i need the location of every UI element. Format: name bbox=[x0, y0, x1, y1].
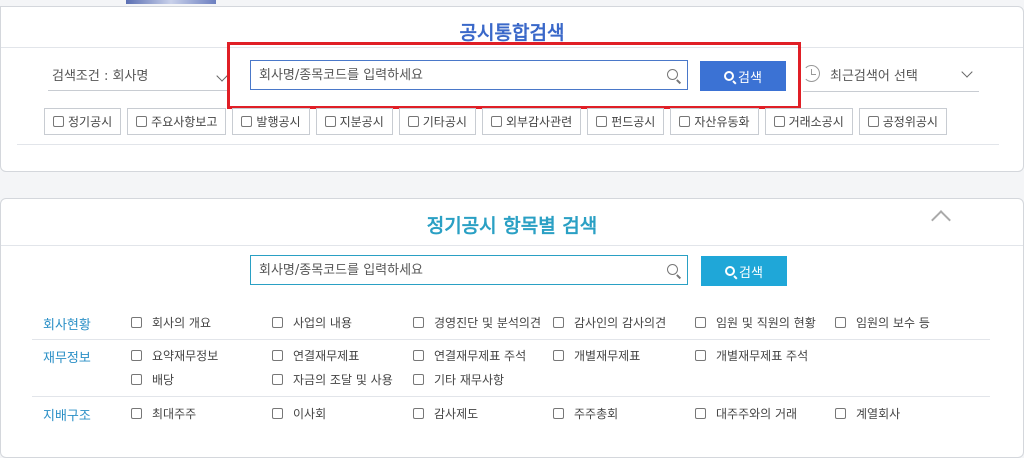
history-clock-icon bbox=[803, 65, 820, 82]
item-checkbox[interactable]: 연결재무제표 주석 bbox=[413, 347, 526, 364]
recent-search-label: 최근검색어 선택 bbox=[830, 69, 918, 84]
checkbox[interactable] bbox=[695, 350, 706, 361]
category-label: 회사현황 bbox=[43, 318, 91, 333]
checkbox[interactable] bbox=[413, 408, 424, 419]
item-checkbox[interactable]: 임원 및 직원의 현황 bbox=[695, 314, 816, 331]
checkbox[interactable] bbox=[695, 408, 706, 419]
item-checkbox[interactable]: 감사제도 bbox=[413, 405, 478, 422]
chevron-down-icon bbox=[961, 66, 973, 78]
item-checkbox[interactable]: 배당 bbox=[131, 371, 174, 388]
category-row-company: 회사현황 회사의 개요 사업의 내용 경영진단 및 분석의견 감사인의 감사의견… bbox=[32, 312, 990, 340]
item-checkbox[interactable]: 경영진단 및 분석의견 bbox=[413, 314, 541, 331]
item-checkbox[interactable]: 감사인의 감사의견 bbox=[553, 314, 666, 331]
filter-abs[interactable]: 자산유동화 bbox=[670, 108, 759, 135]
checkbox[interactable] bbox=[136, 116, 148, 127]
category-label: 재무정보 bbox=[43, 351, 91, 366]
checkbox[interactable] bbox=[413, 317, 424, 328]
item-checkbox[interactable]: 개별재무제표 bbox=[553, 347, 640, 364]
checkbox[interactable] bbox=[241, 116, 253, 127]
search-condition-label: 검색조건 : 회사명 bbox=[52, 69, 149, 84]
checkbox[interactable] bbox=[773, 116, 785, 127]
checkbox[interactable] bbox=[679, 116, 691, 127]
checkbox[interactable] bbox=[272, 317, 283, 328]
item-checkbox[interactable]: 대주주와의 거래 bbox=[695, 405, 797, 422]
filter-equity[interactable]: 지분공시 bbox=[315, 108, 393, 135]
checkbox[interactable] bbox=[413, 374, 424, 385]
category-label: 지배구조 bbox=[43, 409, 91, 424]
recent-search-select[interactable]: 최근검색어 선택 bbox=[803, 60, 979, 92]
item-search-input[interactable] bbox=[251, 256, 687, 284]
checkbox[interactable] bbox=[413, 350, 424, 361]
integrated-search-title: 공시통합검색 bbox=[459, 22, 565, 44]
category-row-finance: 재무정보 요약재무정보 연결재무제표 연결재무제표 주석 개별재무제표 개별재무… bbox=[32, 345, 990, 391]
item-checkbox[interactable]: 사업의 내용 bbox=[272, 314, 352, 331]
filter-other[interactable]: 기타공시 bbox=[398, 108, 476, 135]
checkbox[interactable] bbox=[553, 408, 564, 419]
red-highlight-box bbox=[227, 42, 801, 109]
checkbox[interactable] bbox=[695, 317, 706, 328]
checkbox[interactable] bbox=[272, 408, 283, 419]
checkbox[interactable] bbox=[867, 116, 879, 127]
item-search-input-wrapper bbox=[250, 255, 688, 285]
checkbox[interactable] bbox=[835, 317, 846, 328]
search-icon bbox=[725, 266, 736, 276]
filter-regular[interactable]: 정기공시 bbox=[44, 108, 122, 135]
checkbox[interactable] bbox=[131, 350, 142, 361]
checkbox[interactable] bbox=[131, 374, 142, 385]
item-checkbox[interactable]: 개별재무제표 주석 bbox=[695, 347, 808, 364]
checkbox[interactable] bbox=[272, 350, 283, 361]
filter-major-report[interactable]: 주요사항보고 bbox=[127, 108, 227, 135]
item-checkbox[interactable]: 이사회 bbox=[272, 405, 326, 422]
chevron-down-icon bbox=[216, 70, 228, 82]
top-banner-image bbox=[126, 0, 216, 4]
item-checkbox[interactable]: 기타 재무사항 bbox=[413, 371, 504, 388]
category-row-governance: 지배구조 최대주주 이사회 감사제도 주주총회 대주주와의 거래 계열회사 bbox=[32, 403, 990, 431]
checkbox[interactable] bbox=[553, 350, 564, 361]
item-checkbox[interactable]: 최대주주 bbox=[131, 405, 196, 422]
item-checkbox[interactable]: 주주총회 bbox=[553, 405, 618, 422]
filter-external-audit[interactable]: 외부감사관련 bbox=[481, 108, 582, 135]
search-button-label: 검색 bbox=[739, 264, 763, 280]
checkbox[interactable] bbox=[53, 116, 64, 127]
filter-exchange[interactable]: 거래소공시 bbox=[764, 108, 853, 135]
disclosure-type-filters: 정기공시 주요사항보고 발행공시 지분공시 기타공시 외부감사관련 펀드공시 자… bbox=[44, 108, 947, 135]
checkbox[interactable] bbox=[131, 408, 142, 419]
item-search-title: 정기공시 항목별 검색 bbox=[426, 215, 598, 237]
checkbox[interactable] bbox=[324, 116, 336, 127]
item-search-button[interactable]: 검색 bbox=[701, 256, 787, 286]
checkbox[interactable] bbox=[835, 408, 846, 419]
item-checkbox[interactable]: 계열회사 bbox=[835, 405, 900, 422]
checkbox[interactable] bbox=[596, 116, 608, 127]
search-icon bbox=[667, 264, 678, 275]
row-divider bbox=[32, 396, 990, 397]
filter-fund[interactable]: 펀드공시 bbox=[587, 108, 665, 135]
filter-issuance[interactable]: 발행공시 bbox=[232, 108, 310, 135]
checkbox[interactable] bbox=[272, 374, 283, 385]
checkbox[interactable] bbox=[131, 317, 142, 328]
item-checkbox[interactable]: 임원의 보수 등 bbox=[835, 314, 930, 331]
checkbox[interactable] bbox=[490, 116, 502, 127]
row-divider bbox=[32, 339, 990, 340]
checkbox[interactable] bbox=[553, 317, 564, 328]
checkbox[interactable] bbox=[407, 116, 419, 127]
item-checkbox[interactable]: 회사의 개요 bbox=[131, 314, 211, 331]
divider bbox=[1, 245, 1023, 246]
search-condition-select[interactable]: 검색조건 : 회사명 bbox=[48, 59, 228, 91]
divider bbox=[17, 144, 999, 145]
item-checkbox[interactable]: 연결재무제표 bbox=[272, 347, 359, 364]
item-checkbox[interactable]: 자금의 조달 및 사용 bbox=[272, 371, 393, 388]
item-checkbox[interactable]: 요약재무정보 bbox=[131, 347, 218, 364]
filter-ftc[interactable]: 공정위공시 bbox=[858, 108, 947, 135]
